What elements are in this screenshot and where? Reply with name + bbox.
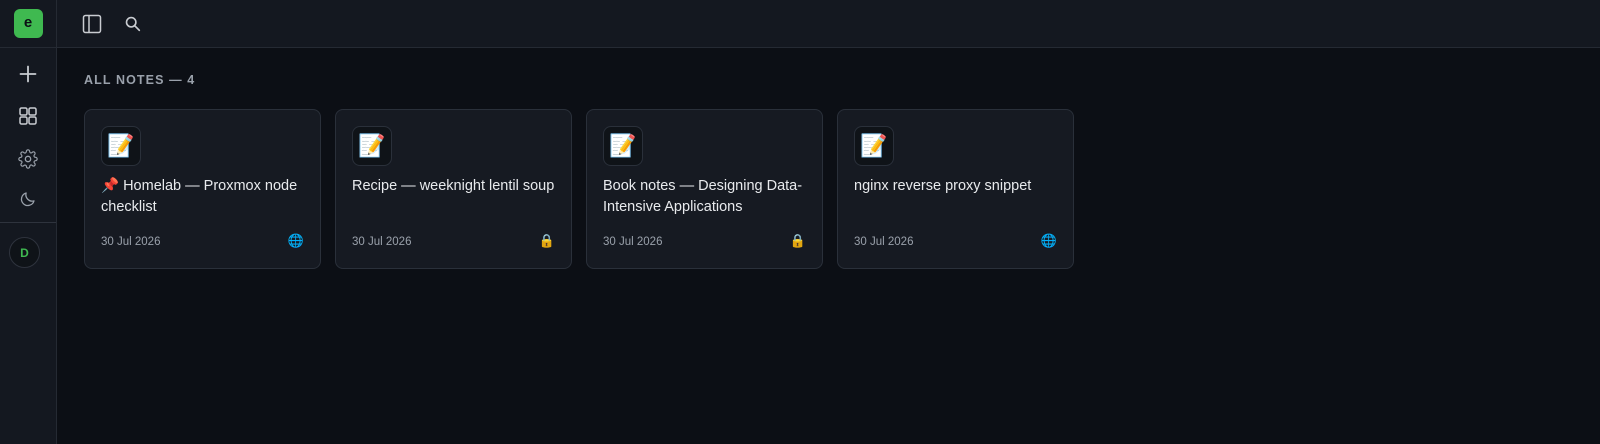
new-note-button[interactable] [8, 57, 48, 91]
rail-divider [0, 222, 56, 223]
lock-icon: 🔒 [789, 233, 806, 248]
note-date: 30 Jul 2026 [603, 236, 663, 248]
note-card[interactable]: 📝 nginx reverse proxy snippet 30 Jul 202… [837, 109, 1074, 269]
grid-icon [19, 107, 37, 125]
note-emoji-icon: 📝 [603, 126, 643, 166]
toggle-sidebar-button[interactable] [77, 9, 107, 39]
main-content: ALL NOTES — 4 📝 📌 Homelab — Proxmox node… [57, 49, 1600, 444]
top-bar [57, 0, 1600, 48]
sidebar-panel-icon [82, 14, 102, 34]
globe-icon: 🌐 [287, 233, 304, 248]
note-emoji-icon: 📝 [854, 126, 894, 166]
globe-icon: 🌐 [1040, 233, 1057, 248]
note-date: 30 Jul 2026 [854, 236, 914, 248]
moon-icon [20, 192, 35, 207]
note-emoji-icon: 📝 [352, 126, 392, 166]
section-title: ALL NOTES — 4 [84, 73, 195, 87]
note-date: 30 Jul 2026 [352, 236, 412, 248]
search-icon [125, 16, 141, 32]
gear-icon [18, 149, 38, 169]
app-logo[interactable]: e [13, 9, 43, 38]
notes-grid: 📝 📌 Homelab — Proxmox node checklist 30 … [84, 109, 1074, 269]
rail-header: e [0, 0, 56, 48]
avatar[interactable]: D [9, 237, 40, 268]
settings-button[interactable] [8, 142, 48, 176]
search-button[interactable] [118, 9, 148, 39]
note-card[interactable]: 📝 📌 Homelab — Proxmox node checklist 30 … [84, 109, 321, 269]
app-window: e D ALL NOTES — 4 📝 📌 Homelab — Proxmox … [0, 0, 1600, 444]
note-date: 30 Jul 2026 [101, 236, 161, 248]
note-card[interactable]: 📝 Recipe — weeknight lentil soup 30 Jul … [335, 109, 572, 269]
note-title: Book notes — Designing Data-Intensive Ap… [603, 178, 803, 215]
theme-toggle-button[interactable] [8, 182, 48, 216]
note-title: Recipe — weeknight lentil soup [352, 178, 555, 194]
note-title: nginx reverse proxy snippet [854, 178, 1032, 194]
note-title: 📌 Homelab — Proxmox node checklist [101, 178, 298, 215]
section-label: ALL NOTES — 4 [84, 73, 196, 87]
plus-icon [19, 65, 37, 83]
dashboard-button[interactable] [8, 99, 48, 133]
note-card[interactable]: 📝 Book notes — Designing Data-Intensive … [586, 109, 823, 269]
sidebar-rail: e D [0, 0, 57, 444]
note-emoji-icon: 📝 [101, 126, 141, 166]
lock-icon: 🔒 [538, 233, 555, 248]
